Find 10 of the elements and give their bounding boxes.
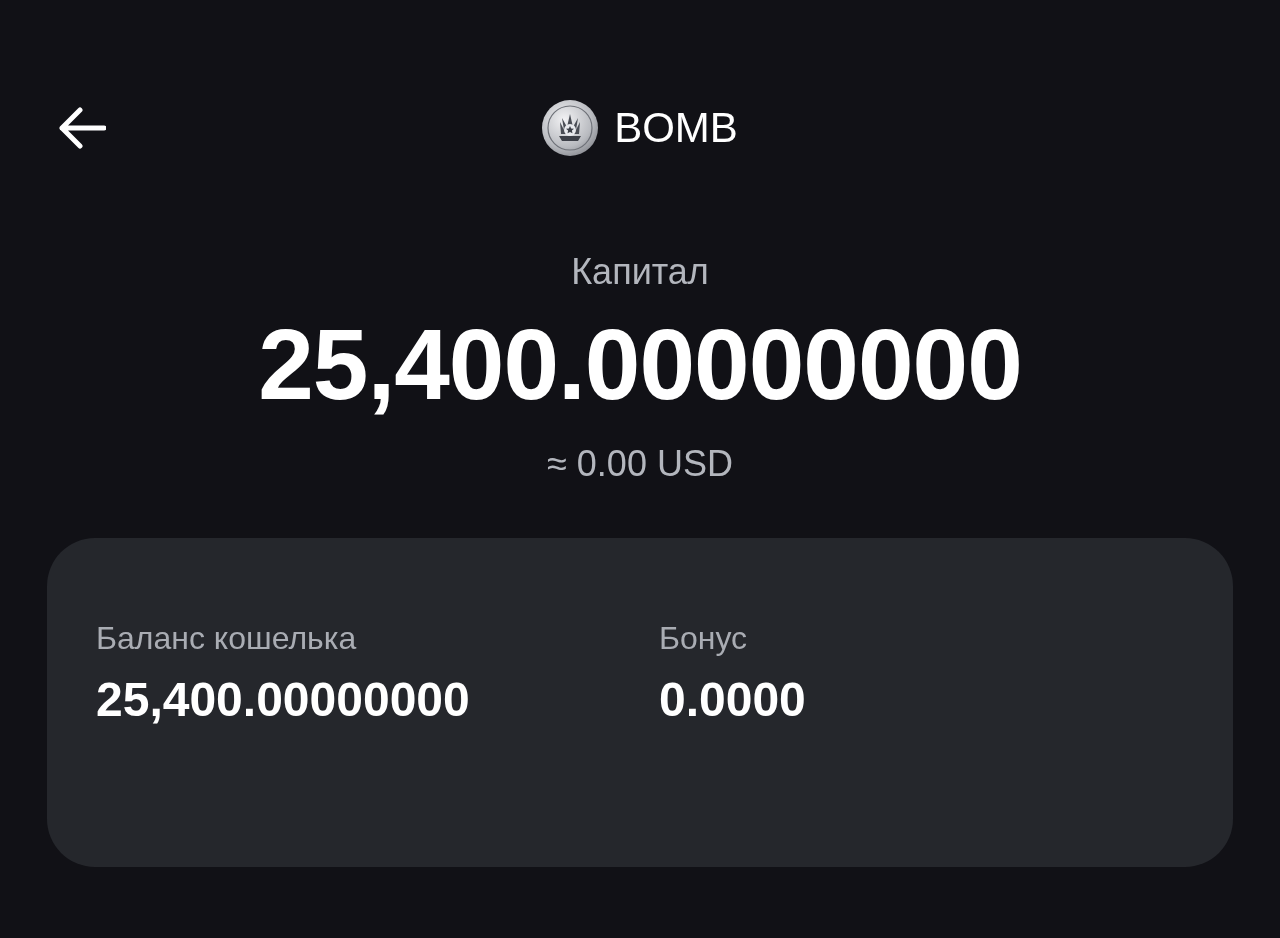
capital-label: Капитал — [571, 250, 709, 294]
capital-amount: 25,400.00000000 — [258, 314, 1022, 414]
coin-logo — [542, 100, 599, 156]
balance-value: 0.0000 — [659, 672, 806, 728]
balance-label: Бонус — [659, 619, 749, 658]
usd-equivalent: ≈ 0.00 USD — [547, 442, 733, 486]
back-arrow-icon — [58, 106, 106, 150]
token-title: BOMB — [614, 107, 738, 149]
balance-value: 25,400.00000000 — [96, 672, 471, 728]
balance-label: Баланс кошелька — [96, 619, 358, 658]
